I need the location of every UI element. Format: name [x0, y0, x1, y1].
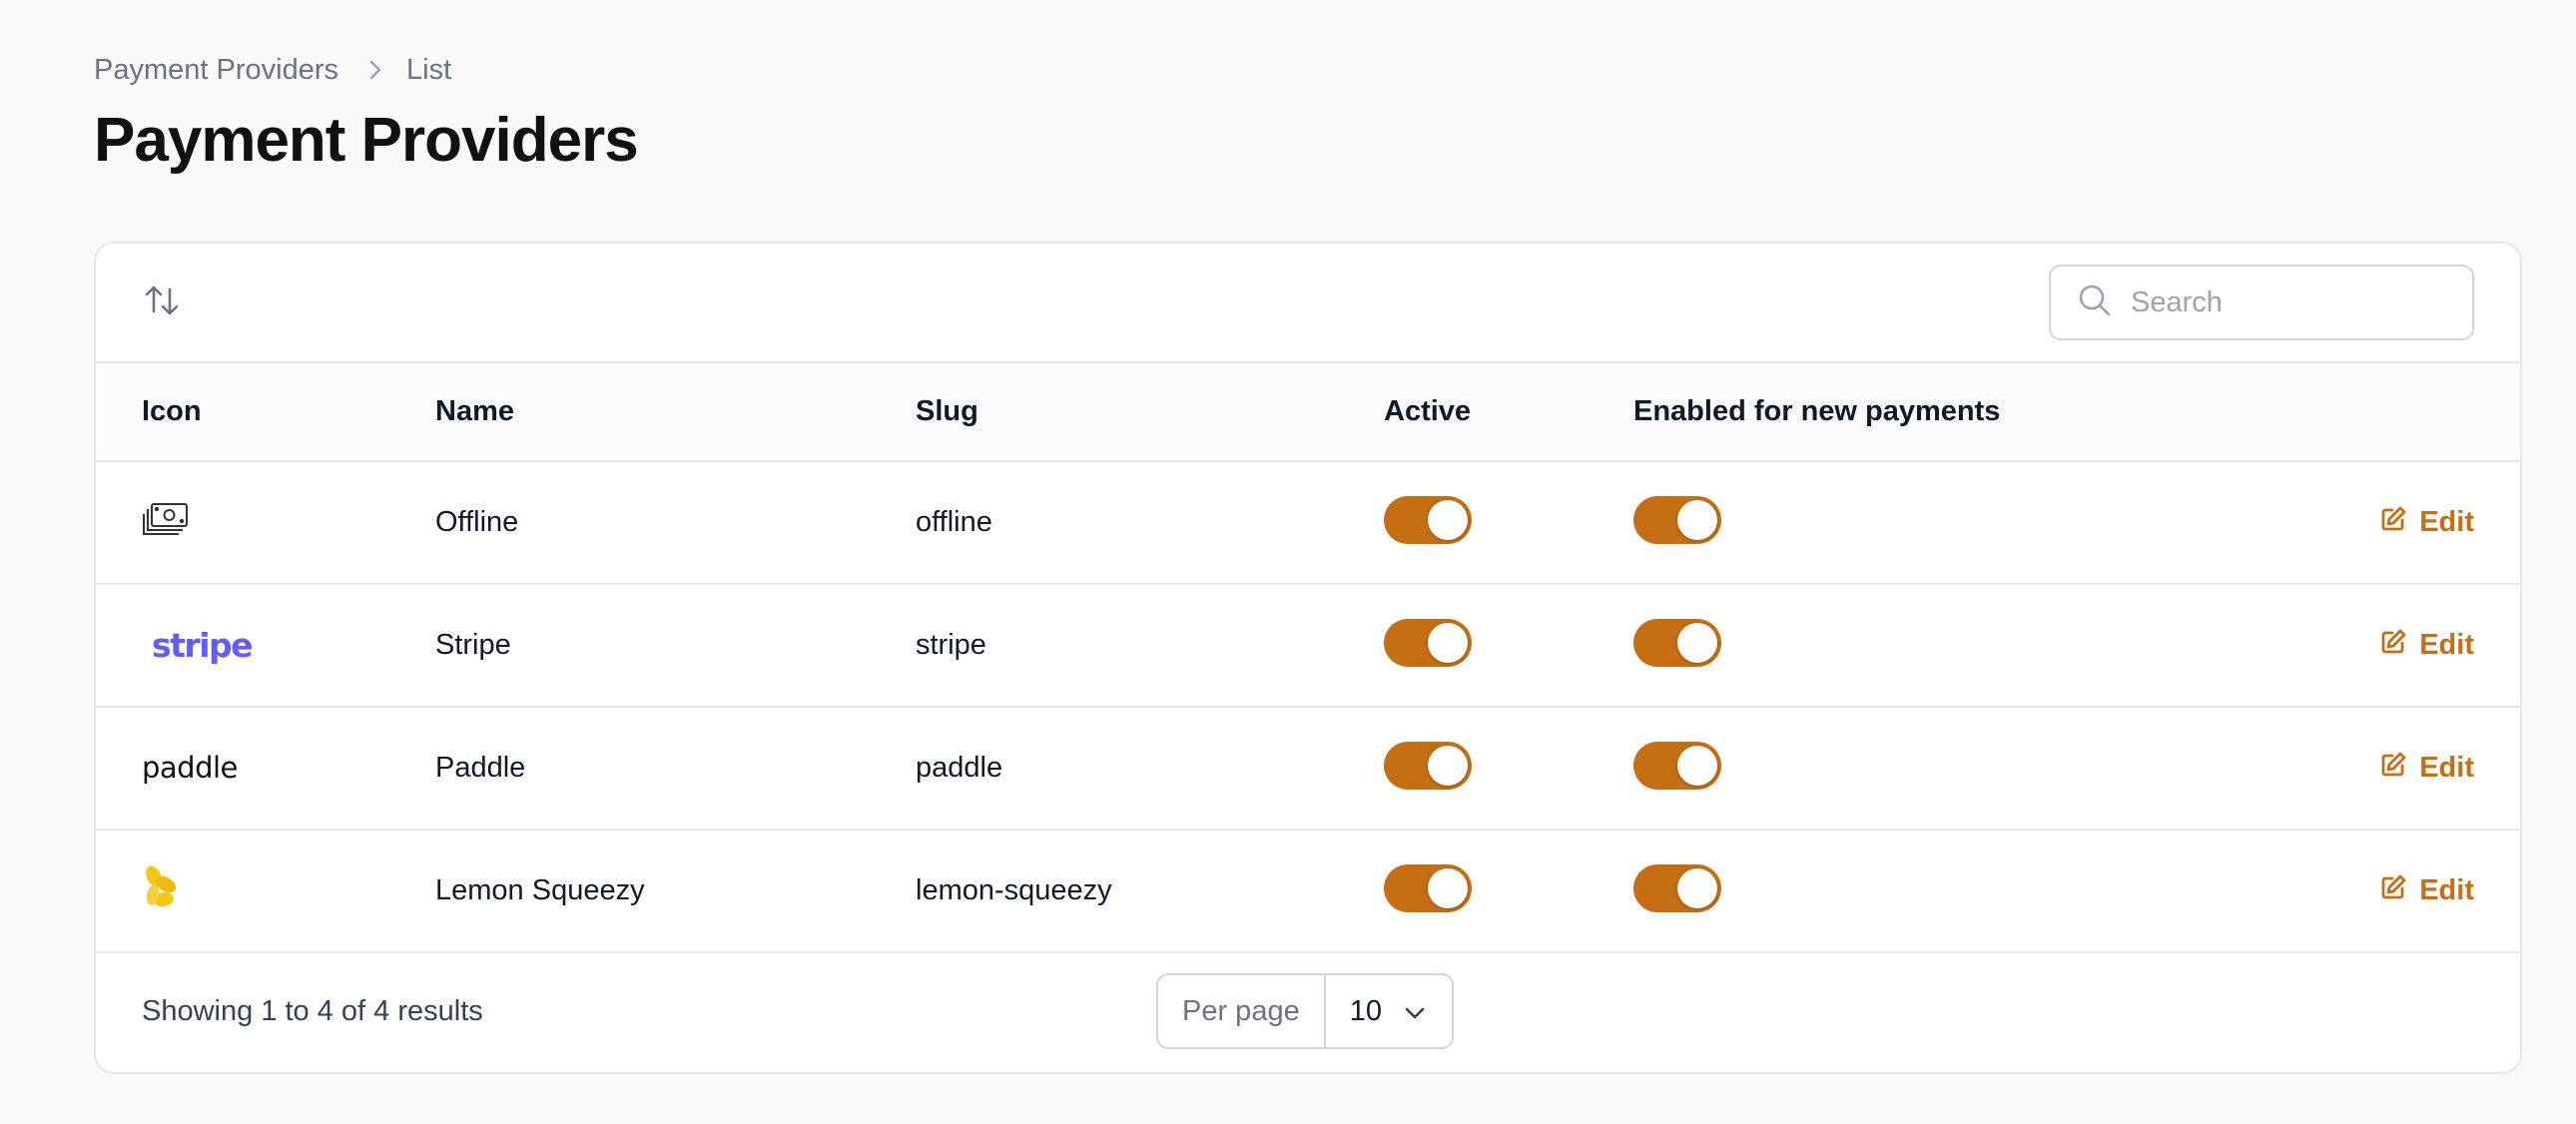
- edit-button[interactable]: Edit: [2379, 873, 2474, 909]
- pencil-square-icon: [2379, 505, 2407, 541]
- enabled-toggle[interactable]: [1633, 741, 1721, 790]
- pencil-square-icon: [2379, 751, 2407, 787]
- toggle-knob: [1428, 499, 1468, 540]
- edit-button[interactable]: Edit: [2379, 505, 2474, 541]
- per-page-value: 10: [1349, 994, 1382, 1027]
- edit-label: Edit: [2419, 752, 2474, 784]
- provider-slug: paddle: [916, 752, 1003, 784]
- active-toggle[interactable]: [1384, 741, 1472, 790]
- edit-label: Edit: [2419, 874, 2474, 906]
- active-toggle[interactable]: [1384, 618, 1472, 667]
- sort-button[interactable]: [142, 282, 182, 322]
- column-header-name: Name: [435, 363, 916, 462]
- toggle-knob: [1677, 622, 1717, 663]
- search-box[interactable]: [2049, 265, 2474, 340]
- provider-name: Lemon Squeezy: [435, 874, 645, 906]
- toggle-knob: [1428, 622, 1468, 663]
- toggle-knob: [1677, 745, 1717, 786]
- enabled-toggle[interactable]: [1633, 495, 1721, 544]
- paddle-logo: paddle: [142, 751, 238, 785]
- breadcrumb-item-payment-providers[interactable]: Payment Providers: [94, 54, 338, 87]
- stripe-logo: stripe: [152, 626, 254, 665]
- edit-label: Edit: [2419, 506, 2474, 538]
- column-header-actions: [2233, 363, 2520, 462]
- table-header-row: Icon Name Slug Active Enabled for new pa…: [96, 363, 2520, 462]
- enabled-toggle[interactable]: [1633, 618, 1721, 667]
- provider-slug: lemon-squeezy: [916, 874, 1112, 906]
- results-summary: Showing 1 to 4 of 4 results: [142, 994, 483, 1027]
- toggle-knob: [1677, 499, 1717, 540]
- table-row[interactable]: Lemon Squeezy lemon-squeezy Edit: [96, 830, 2520, 952]
- provider-name: Paddle: [435, 752, 526, 784]
- table-row[interactable]: stripe Stripe stripe Edit: [96, 584, 2520, 707]
- chevron-down-icon: [1404, 995, 1426, 1028]
- breadcrumb: Payment Providers List: [94, 52, 2522, 88]
- cash-stack-icon: [142, 502, 190, 544]
- breadcrumb-item-current: List: [406, 53, 452, 86]
- page: Payment Providers List Payment Providers: [94, 52, 2522, 1074]
- column-header-icon: Icon: [96, 363, 435, 462]
- search-input[interactable]: [2131, 285, 2450, 319]
- table-row[interactable]: paddle Paddle paddle Edit: [96, 707, 2520, 830]
- providers-table-card: Icon Name Slug Active Enabled for new pa…: [94, 242, 2522, 1074]
- page-title: Payment Providers: [94, 106, 639, 175]
- active-toggle[interactable]: [1384, 863, 1472, 912]
- column-header-enabled: Enabled for new payments: [1633, 363, 2233, 462]
- table-footer: Showing 1 to 4 of 4 results Per page 10: [96, 950, 2520, 1072]
- table-toolbar: [96, 244, 2520, 363]
- provider-name: Stripe: [435, 629, 511, 661]
- pencil-square-icon: [2379, 628, 2407, 664]
- per-page-select[interactable]: 10: [1326, 975, 1452, 1047]
- toggle-knob: [1428, 867, 1468, 908]
- edit-label: Edit: [2419, 629, 2474, 661]
- search-icon: [2077, 282, 2113, 323]
- edit-button[interactable]: Edit: [2379, 628, 2474, 664]
- table-row[interactable]: Offline offline Edit: [96, 461, 2520, 584]
- pencil-square-icon: [2379, 873, 2407, 909]
- edit-button[interactable]: Edit: [2379, 751, 2474, 787]
- per-page-control: Per page 10: [1156, 973, 1454, 1049]
- column-header-slug: Slug: [916, 363, 1384, 462]
- per-page-label: Per page: [1158, 975, 1326, 1047]
- toggle-knob: [1677, 867, 1717, 908]
- provider-slug: offline: [916, 506, 992, 538]
- lemon-squeezy-logo: [142, 865, 182, 919]
- toggle-knob: [1428, 745, 1468, 786]
- provider-slug: stripe: [916, 629, 986, 661]
- providers-table: Icon Name Slug Active Enabled for new pa…: [96, 363, 2520, 953]
- arrows-up-down-icon: [143, 281, 181, 324]
- chevron-right-icon: [366, 58, 384, 82]
- column-header-active: Active: [1384, 363, 1633, 462]
- active-toggle[interactable]: [1384, 495, 1472, 544]
- enabled-toggle[interactable]: [1633, 863, 1721, 912]
- provider-name: Offline: [435, 506, 519, 538]
